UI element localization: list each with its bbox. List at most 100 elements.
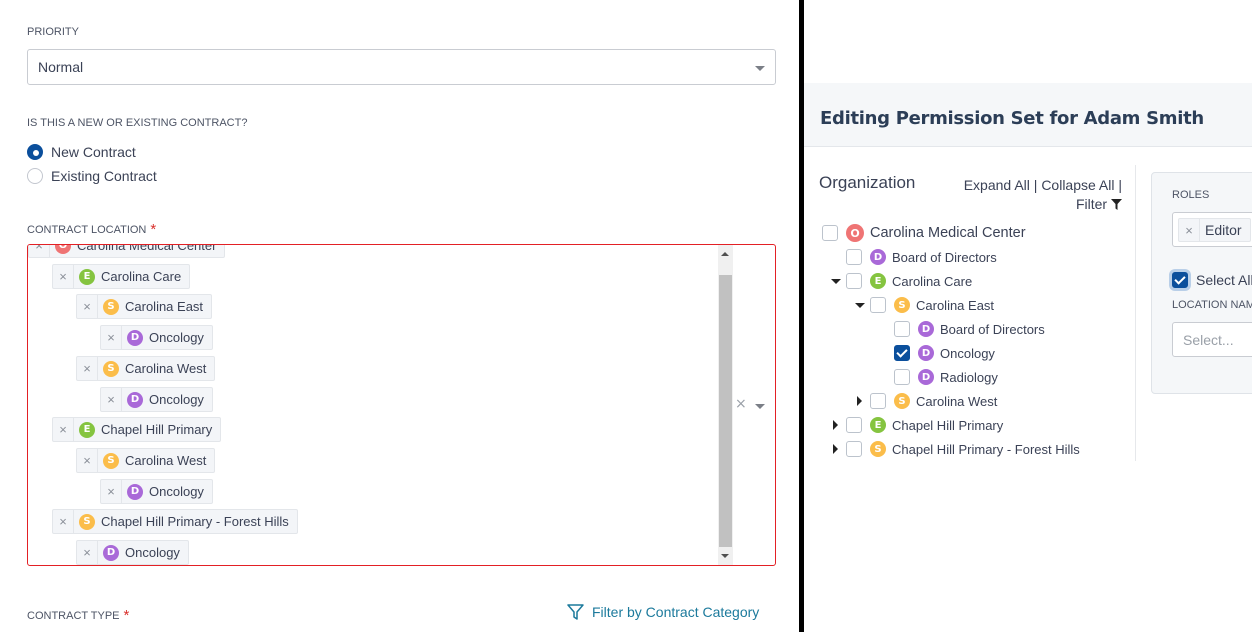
toggle-spacer (806, 223, 818, 243)
checkbox[interactable] (822, 225, 838, 241)
contract-type-label: CONTRACT TYPE * (27, 606, 130, 624)
location-chip: × E Carolina Care (52, 264, 191, 289)
filter-funnel-icon (1111, 199, 1122, 210)
filter-by-contract-category-link[interactable]: Filter by Contract Category (567, 604, 759, 620)
roles-card: ROLES × Editor Select All LOCATION NAME … (1151, 172, 1252, 394)
level-badge-icon: D (918, 369, 934, 385)
level-badge-icon: S (894, 297, 910, 313)
level-badge-icon: E (870, 273, 886, 289)
remove-chip-icon[interactable]: × (77, 541, 98, 564)
caret-right-icon[interactable] (830, 415, 842, 435)
tree-node-label[interactable]: Board of Directors (940, 322, 1045, 337)
remove-chip-icon[interactable]: × (101, 326, 122, 349)
remove-chip-icon[interactable]: × (53, 265, 74, 288)
roles-multiselect[interactable]: × Editor (1172, 212, 1252, 247)
location-name-label: LOCATION NAME (1172, 299, 1252, 311)
location-chip-body: S Carolina East (98, 295, 211, 318)
radio-selected-icon[interactable] (27, 144, 43, 160)
location-name-select[interactable]: Select... (1172, 322, 1252, 357)
location-chip-label: Carolina Medical Center (77, 244, 217, 253)
contract-location-label: CONTRACT LOCATION * (27, 220, 157, 238)
tree-node-label[interactable]: Chapel Hill Primary (892, 418, 1003, 433)
filter-link[interactable]: Filter (1076, 196, 1122, 212)
location-chip-body: O Carolina Medical Center (50, 244, 224, 257)
tree-node-label[interactable]: Chapel Hill Primary - Forest Hills (892, 442, 1080, 457)
radio-unselected-icon[interactable] (27, 168, 43, 184)
tree-node: O Carolina Medical Center (806, 223, 1026, 243)
scroll-down-arrow-icon[interactable] (721, 554, 729, 558)
filter-funnel-icon (567, 604, 584, 620)
location-scrollbar[interactable] (718, 245, 733, 565)
level-badge-icon: D (103, 544, 119, 561)
tree-node-label[interactable]: Board of Directors (892, 250, 997, 265)
level-badge-icon: E (79, 268, 95, 285)
tree-node-label[interactable]: Carolina East (916, 298, 994, 313)
clear-all-icon[interactable]: × (735, 396, 747, 412)
remove-chip-icon[interactable]: × (77, 357, 98, 380)
radio-existing-contract[interactable]: Existing Contract (27, 168, 157, 184)
contract-type-label-text: CONTRACT TYPE (27, 610, 120, 622)
remove-chip-icon[interactable]: × (53, 418, 74, 441)
caret-down-icon[interactable] (830, 271, 842, 291)
remove-chip-icon[interactable]: × (101, 388, 122, 411)
column-divider (1135, 165, 1136, 461)
contract-status-label: IS THIS A NEW OR EXISTING CONTRACT? (27, 117, 248, 129)
separator: | (1033, 177, 1038, 193)
location-chip-label: Carolina Care (101, 269, 182, 284)
chevron-down-icon[interactable] (755, 404, 765, 409)
checkbox[interactable] (846, 441, 862, 457)
remove-chip-icon[interactable]: × (101, 480, 122, 503)
caret-right-icon[interactable] (854, 391, 866, 411)
scrollbar-thumb[interactable] (719, 275, 732, 547)
level-badge-icon: S (103, 360, 119, 377)
tree-node: D Board of Directors (830, 247, 997, 267)
location-chip: × S Carolina West (76, 448, 216, 473)
remove-chip-icon[interactable]: × (77, 295, 98, 318)
location-chip-body: D Oncology (122, 388, 212, 411)
required-asterisk: * (150, 221, 157, 238)
checkbox[interactable] (846, 249, 862, 265)
remove-chip-icon[interactable]: × (29, 245, 50, 257)
tree-node: S Carolina West (854, 391, 997, 411)
filter-label: Filter (1075, 196, 1108, 212)
tree-node-label[interactable]: Carolina West (916, 394, 997, 409)
required-asterisk: * (123, 607, 130, 624)
modal-title: Editing Permission Set for Adam Smith (820, 108, 1204, 129)
tree-node-label[interactable]: Radiology (940, 370, 998, 385)
priority-value: Normal (38, 59, 84, 75)
radio-new-contract[interactable]: New Contract (27, 144, 136, 160)
location-chip: × S Chapel Hill Primary - Forest Hills (52, 509, 298, 534)
checkbox[interactable] (846, 273, 862, 289)
expand-all-link[interactable]: Expand All (964, 177, 1030, 193)
location-chip: × S Carolina West (76, 356, 216, 381)
toggle-spacer (878, 367, 890, 387)
scroll-up-arrow-icon[interactable] (721, 252, 729, 256)
checkbox-checked-icon[interactable] (1172, 272, 1188, 288)
select-all-checkbox[interactable]: Select All (1172, 272, 1252, 288)
level-badge-icon: D (127, 329, 143, 346)
contract-location-multiselect[interactable]: × O Carolina Medical Center × E Carolina Care… (27, 244, 776, 566)
checkbox[interactable] (894, 321, 910, 337)
tree-node-label[interactable]: Carolina Medical Center (870, 225, 1026, 241)
tree-node-label[interactable]: Oncology (940, 346, 995, 361)
caret-down-icon[interactable] (854, 295, 866, 315)
caret-right-icon[interactable] (830, 439, 842, 459)
location-chip-body: D Oncology (98, 541, 188, 564)
remove-chip-icon[interactable]: × (1179, 219, 1200, 241)
level-badge-icon: D (918, 345, 934, 361)
tree-node: S Chapel Hill Primary - Forest Hills (830, 439, 1080, 459)
remove-chip-icon[interactable]: × (53, 510, 74, 533)
location-chip: × D Oncology (100, 387, 213, 412)
checkbox[interactable] (894, 369, 910, 385)
checkbox-checked-icon[interactable] (894, 345, 910, 361)
priority-select[interactable]: Normal (27, 49, 776, 85)
remove-chip-icon[interactable]: × (77, 449, 98, 472)
tree-node-label[interactable]: Carolina Care (892, 274, 972, 289)
organization-actions: Expand All | Collapse All | Filter (954, 176, 1122, 214)
collapse-all-link[interactable]: Collapse All (1041, 177, 1114, 193)
checkbox[interactable] (870, 297, 886, 313)
radio-label: Existing Contract (51, 168, 157, 184)
checkbox[interactable] (846, 417, 862, 433)
location-chip-body: E Chapel Hill Primary (74, 418, 220, 441)
checkbox[interactable] (870, 393, 886, 409)
